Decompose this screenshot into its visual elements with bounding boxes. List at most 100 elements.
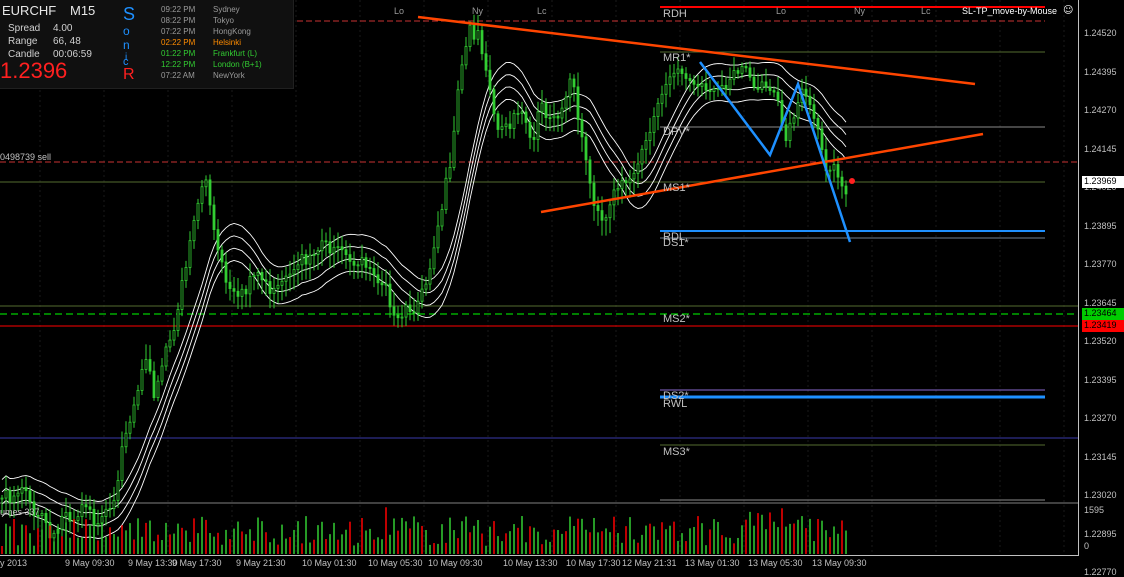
candle-body [836, 164, 840, 178]
time-tick: 10 May 17:30 [566, 558, 621, 568]
candle-body [220, 249, 224, 263]
candle-body [784, 124, 788, 142]
time-tick: 9 May 09:30 [65, 558, 115, 568]
candle-body [340, 246, 344, 251]
level-dpv: DPV* [663, 126, 690, 138]
candle-body [172, 330, 176, 341]
candle-body [672, 72, 676, 78]
candle-body [236, 290, 240, 297]
candle-body [548, 117, 552, 120]
time-tick: 10 May 05:30 [368, 558, 423, 568]
candle-body [352, 260, 356, 266]
candle-body [676, 68, 680, 74]
candle-body [144, 359, 148, 370]
candle-body [664, 83, 668, 95]
candle-body [668, 76, 672, 85]
candle-body [320, 240, 324, 252]
candle-body [588, 159, 592, 184]
smiley-icon: ☺ [1063, 5, 1074, 16]
candle-body [124, 432, 128, 448]
session-city: Helsinki [213, 38, 242, 47]
spread-value: 4.00 [53, 23, 73, 34]
candle-body [380, 282, 384, 286]
candle-body [136, 390, 140, 406]
candle-body [832, 164, 836, 171]
spread-row: Spread 4.00 [8, 23, 72, 34]
candle-body [128, 421, 132, 434]
candle-body [456, 89, 460, 132]
candle-body [392, 306, 396, 316]
candle-body [440, 209, 444, 227]
green-line-tag: 1.23464 [1082, 308, 1124, 320]
session-city: Frankfurt (L) [213, 49, 258, 58]
time-tick: 12 May 21:31 [622, 558, 677, 568]
candle-body [624, 180, 628, 184]
price-tick: 1.23270 [1084, 413, 1117, 423]
candle-body [344, 249, 348, 256]
price-tick: 1.23645 [1084, 297, 1117, 308]
candle-body [552, 115, 556, 119]
candle-body [620, 180, 624, 189]
candle-body [444, 177, 448, 210]
current-price: 1.2396 [0, 58, 68, 83]
candle-body [368, 266, 372, 269]
candle-body [816, 118, 820, 130]
candle-body [568, 78, 572, 98]
candle-body [276, 284, 280, 289]
candle-body [116, 480, 120, 501]
candle-body [108, 508, 112, 510]
candle-body [764, 81, 768, 88]
candle-body [140, 369, 144, 391]
current-price-tag: 1.23969 [1082, 176, 1124, 188]
price-tick: 1.22895 [1084, 528, 1117, 539]
symbol-label: EURCHF [2, 3, 57, 18]
level-rdh: RDH [663, 8, 687, 20]
price-tick: 1.23895 [1084, 220, 1117, 231]
candle-body [180, 280, 184, 310]
time-tick: 10 May 13:30 [503, 558, 558, 568]
candle-body [416, 300, 420, 314]
candle-body [232, 288, 236, 292]
candle-body [428, 268, 432, 285]
order-label[interactable]: 0498739 sell [0, 152, 51, 162]
candle-body [292, 269, 296, 275]
candle-body [260, 272, 264, 281]
candle-body [516, 112, 520, 115]
candle-body [224, 261, 228, 283]
candle-body [92, 508, 96, 526]
level-mr1: MR1* [663, 52, 691, 64]
candle-body [280, 280, 284, 286]
candle-body [652, 116, 656, 133]
candle-body [156, 380, 160, 399]
candle-body [212, 204, 216, 231]
candle-body [120, 446, 124, 481]
candle-body [612, 189, 616, 206]
candle-body [268, 281, 272, 294]
candle-body [420, 288, 424, 302]
info-panel: EURCHF M15 Spread 4.00 Range 66, 48 Cand… [0, 0, 294, 89]
price-tick: 1.24520 [1084, 28, 1117, 38]
candle-body [556, 115, 560, 119]
candle-body [696, 83, 700, 87]
candle-body [788, 122, 792, 142]
candle-body [804, 88, 808, 97]
volume-axis-max: 1595 [1084, 505, 1105, 515]
candle-body [576, 86, 580, 120]
candle-body [360, 257, 364, 266]
red-line-tag: 1.23419 [1082, 320, 1124, 332]
level-rwl: RWL [663, 398, 688, 410]
candle-body [336, 246, 340, 249]
candle-body [132, 404, 136, 423]
candle-body [400, 316, 404, 319]
time-tick: 9 May 13:30 [128, 558, 178, 568]
candle-body [648, 131, 652, 141]
candle-body [252, 274, 256, 277]
price-tick: 1.23395 [1084, 374, 1117, 385]
candle-body [160, 365, 164, 382]
candle-body [188, 240, 192, 268]
level-ms1: MS1* [663, 182, 690, 194]
price-tick: 1.24145 [1084, 143, 1117, 154]
candle-body [88, 506, 92, 510]
candle-body [720, 84, 724, 89]
candle-body [28, 490, 32, 503]
